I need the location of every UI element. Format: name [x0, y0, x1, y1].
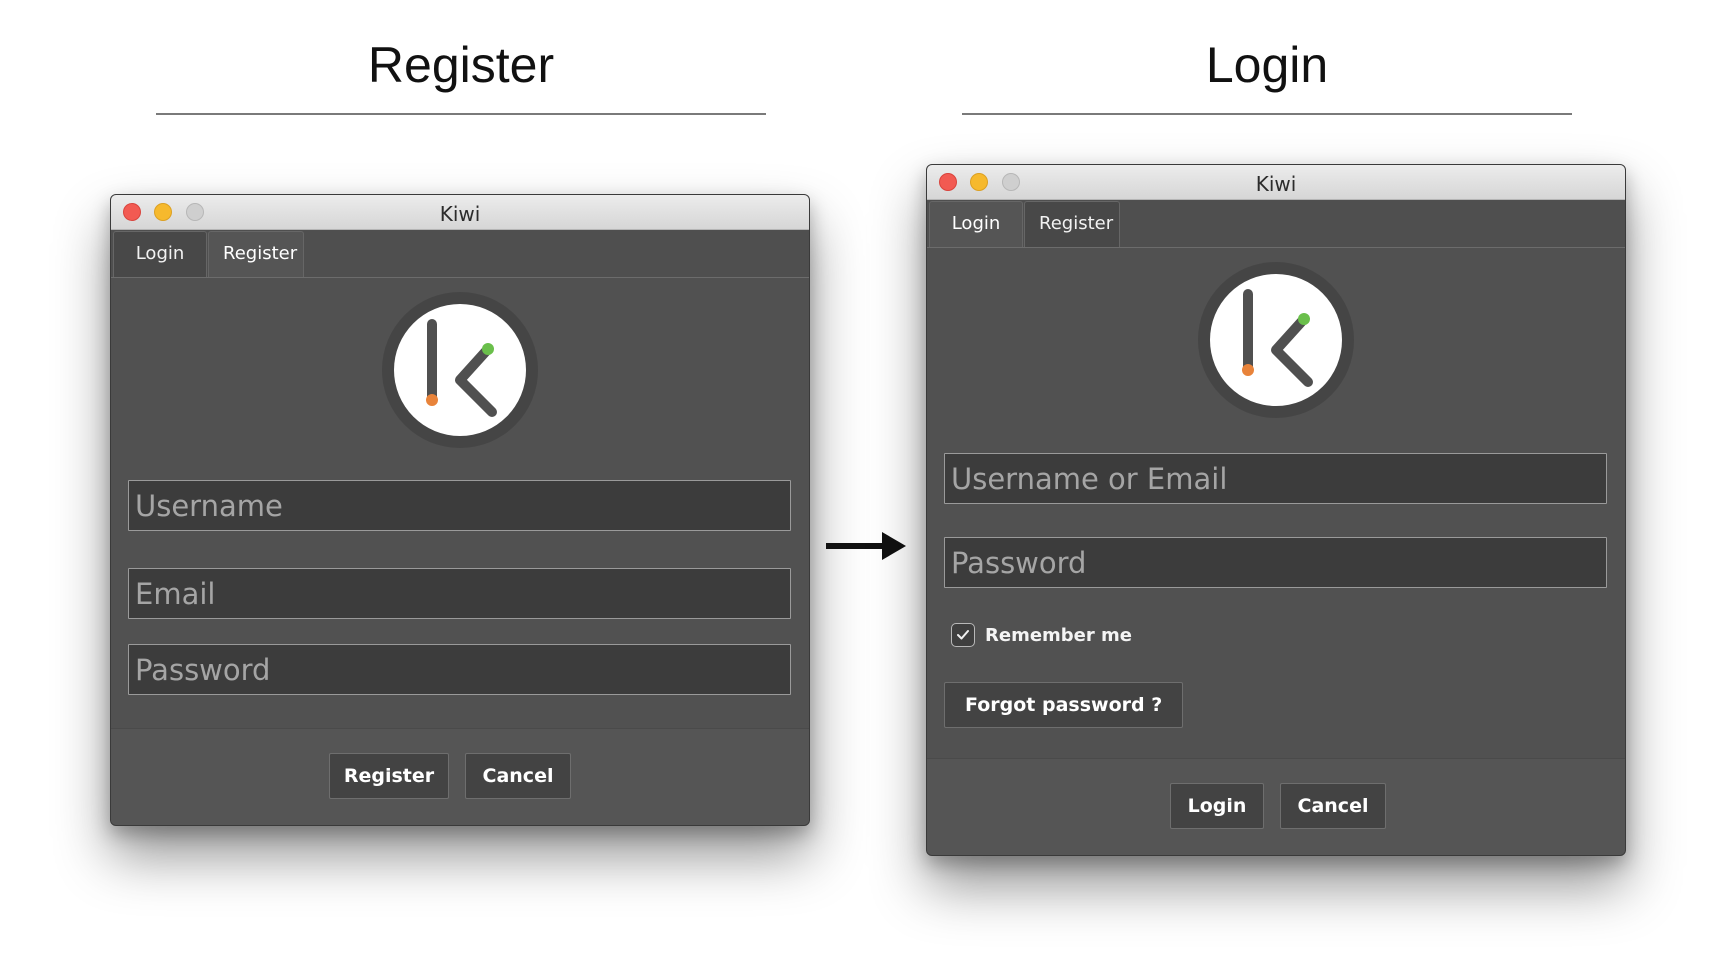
- right-arrow-icon: [826, 532, 906, 560]
- register-window: Kiwi Login Register Register Cancel: [110, 194, 810, 826]
- username-field[interactable]: [128, 480, 791, 531]
- login-tabbar: Login Register: [927, 200, 1625, 248]
- window-title: Kiwi: [439, 202, 481, 226]
- login-button[interactable]: Login: [1170, 783, 1264, 829]
- register-button-bar: Register Cancel: [111, 728, 809, 825]
- username-or-email-field[interactable]: [944, 453, 1607, 504]
- register-heading-rule: [156, 113, 766, 115]
- checkmark-icon: [957, 630, 969, 640]
- tab-register[interactable]: Register: [208, 231, 304, 277]
- kiwi-logo-icon: [1198, 262, 1354, 418]
- register-tabbar: Login Register: [111, 230, 809, 278]
- kiwi-logo-icon: [382, 292, 538, 448]
- remember-me-row: Remember me: [951, 621, 1132, 649]
- login-window: Kiwi Login Register Remember me Forgot p…: [926, 164, 1626, 856]
- forgot-password-button[interactable]: Forgot password ?: [944, 682, 1184, 728]
- email-field[interactable]: [128, 568, 791, 619]
- remember-me-checkbox[interactable]: [951, 623, 975, 647]
- password-field[interactable]: [944, 537, 1607, 588]
- cancel-button[interactable]: Cancel: [465, 753, 571, 799]
- login-heading-rule: [962, 113, 1572, 115]
- cancel-button[interactable]: Cancel: [1280, 783, 1386, 829]
- login-titlebar[interactable]: Kiwi: [927, 165, 1625, 200]
- tab-login[interactable]: Login: [113, 231, 207, 277]
- register-section-heading: Register: [367, 37, 555, 93]
- tab-login[interactable]: Login: [929, 201, 1023, 247]
- window-title: Kiwi: [1255, 172, 1297, 196]
- tab-register[interactable]: Register: [1024, 201, 1120, 247]
- password-field[interactable]: [128, 644, 791, 695]
- register-titlebar[interactable]: Kiwi: [111, 195, 809, 230]
- remember-me-label: Remember me: [985, 624, 1132, 646]
- login-button-bar: Login Cancel: [927, 758, 1625, 855]
- register-button[interactable]: Register: [329, 753, 449, 799]
- login-form: Remember me Forgot password ?: [927, 248, 1625, 758]
- login-section-heading: Login: [1205, 37, 1329, 93]
